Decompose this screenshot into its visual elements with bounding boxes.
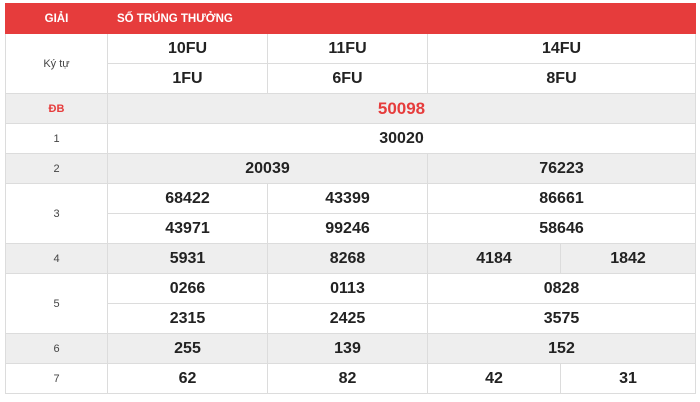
prize-row-3a: 3 68422 43399 86661 — [5, 183, 697, 244]
prize-number: 82 — [267, 363, 428, 394]
symbol-code: 14FU — [426, 33, 697, 64]
prize-number: 255 — [107, 333, 268, 364]
prize-number: 42 — [427, 363, 561, 394]
symbols-row-2: 1FU 6FU 8FU — [6, 63, 697, 94]
prize-number: 43399 — [267, 183, 428, 214]
symbol-code: 1FU — [107, 63, 268, 94]
prize-number: 86661 — [426, 183, 697, 214]
prize-number: 139 — [267, 333, 428, 364]
prize-number: 99246 — [267, 213, 428, 244]
header-prize: GIẢI — [5, 3, 108, 34]
prize-row-4: 4 5931 8268 4184 1842 — [5, 243, 697, 274]
prize-row-6: 6 255 139 152 — [5, 333, 697, 364]
prize-number: 152 — [426, 333, 697, 364]
prize-number: 4184 — [427, 243, 561, 274]
prize-row-special: ĐB 50098 — [5, 93, 697, 124]
prize-number: 0828 — [426, 273, 697, 304]
prize-row-3b: 43971 99246 58646 — [6, 213, 697, 244]
prize-number: 5931 — [107, 243, 268, 274]
prize-row-5b: 2315 2425 3575 — [6, 303, 697, 334]
symbol-code: 8FU — [426, 63, 697, 94]
prize-number: 2425 — [267, 303, 428, 334]
prize-label-2: 2 — [5, 153, 108, 184]
prize-number: 58646 — [426, 213, 697, 244]
prize-number: 8268 — [267, 243, 428, 274]
prize-number: 2315 — [107, 303, 268, 334]
prize-row-7: 7 62 82 42 31 — [5, 363, 697, 394]
symbols-label: Ký tự — [5, 33, 108, 94]
prize-number: 1842 — [559, 243, 697, 274]
prize-number: 20039 — [107, 153, 428, 184]
prize-number: 68422 — [107, 183, 268, 214]
lottery-results-table: GIẢI SỐ TRÚNG THƯỞNG Ký tự 10FU 11FU 14F… — [5, 3, 697, 394]
prize-row-5a: 5 0266 0113 0828 — [5, 273, 697, 334]
prize-label-7: 7 — [5, 363, 108, 394]
prize-row-1: 1 30020 — [5, 123, 697, 154]
prize-label-1: 1 — [5, 123, 108, 154]
prize-number: 0266 — [107, 273, 268, 304]
prize-number: 30020 — [106, 123, 697, 154]
special-prize-number: 50098 — [106, 93, 697, 124]
prize-label-6: 6 — [5, 333, 108, 364]
symbol-code: 6FU — [267, 63, 428, 94]
header-numbers: SỐ TRÚNG THƯỞNG — [106, 3, 697, 34]
prize-number: 3575 — [426, 303, 697, 334]
prize-label-4: 4 — [5, 243, 108, 274]
prize-number: 62 — [107, 363, 268, 394]
prize-row-2: 2 20039 76223 — [5, 153, 697, 184]
prize-number: 0113 — [267, 273, 428, 304]
prize-label-special: ĐB — [5, 93, 108, 124]
prize-label-5: 5 — [5, 273, 108, 334]
prize-number: 76223 — [426, 153, 697, 184]
table-header: GIẢI SỐ TRÚNG THƯỞNG — [5, 3, 697, 34]
symbols-row-1: Ký tự 10FU 11FU 14FU — [5, 33, 697, 94]
symbol-code: 11FU — [267, 33, 428, 64]
symbol-code: 10FU — [107, 33, 268, 64]
prize-number: 31 — [559, 363, 697, 394]
prize-number: 43971 — [107, 213, 268, 244]
prize-label-3: 3 — [5, 183, 108, 244]
